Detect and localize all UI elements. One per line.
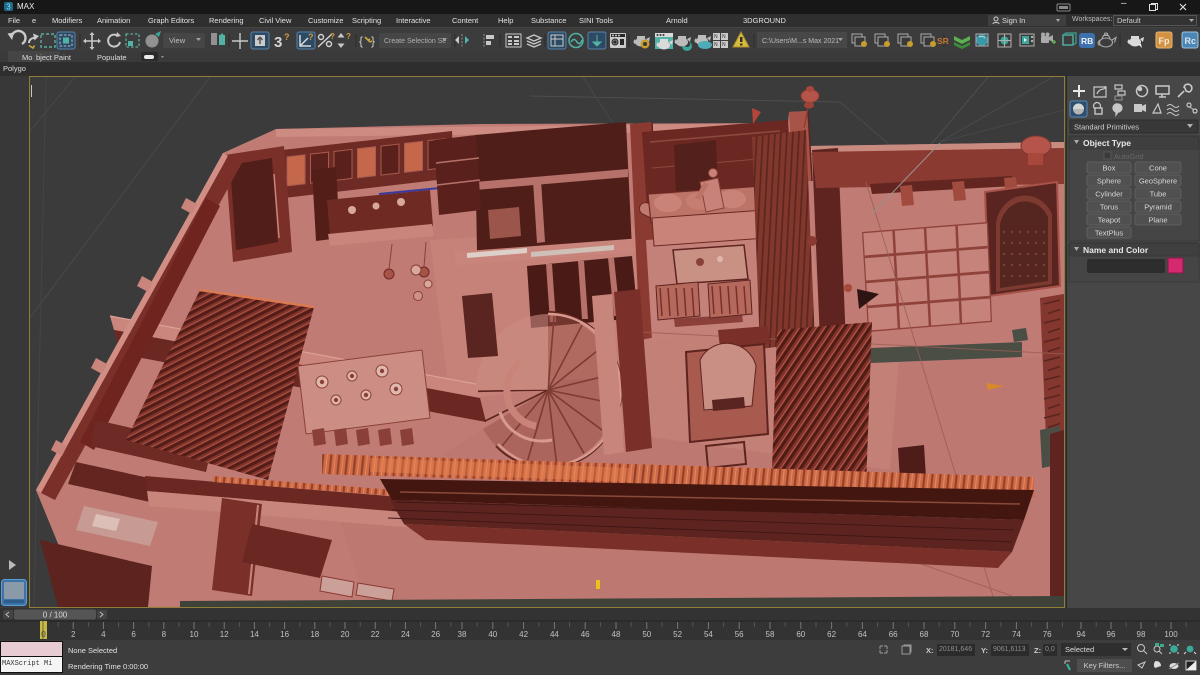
svg-text:58: 58 <box>766 630 775 639</box>
svg-text:Sign In: Sign In <box>1002 16 1025 25</box>
svg-text:N: N <box>714 42 718 48</box>
svg-text:?: ? <box>284 32 290 42</box>
svg-text:N: N <box>714 34 718 40</box>
svg-text:54: 54 <box>704 630 713 639</box>
svg-text:SR: SR <box>937 36 949 46</box>
svg-text:22: 22 <box>371 630 380 639</box>
svg-text:64: 64 <box>858 630 867 639</box>
svg-text:76: 76 <box>1043 630 1052 639</box>
svg-text:70: 70 <box>950 630 959 639</box>
svg-text:100: 100 <box>1164 630 1178 639</box>
svg-text:96: 96 <box>1107 630 1116 639</box>
svg-text:44: 44 <box>550 630 559 639</box>
svg-text:98: 98 <box>1137 630 1146 639</box>
svg-text:Teapot: Teapot <box>1098 216 1121 225</box>
svg-text:RB: RB <box>1081 36 1093 46</box>
svg-text:26: 26 <box>431 630 440 639</box>
svg-text:66: 66 <box>889 630 898 639</box>
svg-text:Create Selection Se: Create Selection Se <box>384 38 446 45</box>
svg-text:60: 60 <box>796 630 805 639</box>
svg-text:0: 0 <box>41 630 46 639</box>
svg-text:42: 42 <box>519 630 528 639</box>
svg-text:4: 4 <box>101 630 106 639</box>
svg-text:Tube: Tube <box>1150 190 1167 199</box>
svg-text:Rc: Rc <box>1185 36 1197 46</box>
svg-text:Plane: Plane <box>1148 216 1167 225</box>
svg-text:Pyramid: Pyramid <box>1144 203 1172 212</box>
svg-text:72: 72 <box>981 630 990 639</box>
svg-text:C:\Users\M...s Max 2021: C:\Users\M...s Max 2021 <box>762 38 839 45</box>
svg-text:Object Type: Object Type <box>1083 138 1131 148</box>
svg-text:12: 12 <box>220 630 229 639</box>
svg-text:74: 74 <box>1012 630 1021 639</box>
svg-text:?: ? <box>346 32 351 41</box>
svg-text:94: 94 <box>1077 630 1086 639</box>
svg-text:0 / 100: 0 / 100 <box>43 611 68 620</box>
svg-text:N: N <box>722 34 726 40</box>
svg-text:View: View <box>169 36 186 45</box>
svg-text:Default: Default <box>1117 16 1142 25</box>
svg-text:46: 46 <box>581 630 590 639</box>
svg-text:3: 3 <box>6 3 11 12</box>
svg-text:?: ? <box>308 32 314 42</box>
svg-text:16: 16 <box>280 630 289 639</box>
svg-text:2: 2 <box>71 630 76 639</box>
svg-text:40: 40 <box>488 630 497 639</box>
svg-text:20: 20 <box>341 630 350 639</box>
svg-text:56: 56 <box>735 630 744 639</box>
svg-text:{: { <box>359 34 363 48</box>
svg-text:10: 10 <box>190 630 199 639</box>
svg-text:62: 62 <box>827 630 836 639</box>
svg-text:Box: Box <box>1103 164 1116 173</box>
svg-text:Name and Color: Name and Color <box>1083 245 1149 255</box>
svg-text:68: 68 <box>920 630 929 639</box>
svg-text:3: 3 <box>274 34 282 51</box>
svg-text:24: 24 <box>401 630 410 639</box>
svg-text:Sphere: Sphere <box>1097 177 1121 186</box>
svg-text:Fp: Fp <box>1159 36 1170 46</box>
svg-text:6: 6 <box>131 630 136 639</box>
svg-text:14: 14 <box>250 630 259 639</box>
svg-text:N: N <box>722 42 726 48</box>
svg-text:GeoSphere: GeoSphere <box>1139 177 1177 186</box>
svg-text:Cone: Cone <box>1149 164 1167 173</box>
svg-text:8: 8 <box>162 630 167 639</box>
svg-text:TextPlus: TextPlus <box>1095 229 1124 238</box>
svg-text:Cylinder: Cylinder <box>1095 190 1123 199</box>
svg-text:AutoGrid: AutoGrid <box>1114 152 1144 161</box>
svg-text:48: 48 <box>612 630 621 639</box>
svg-text:52: 52 <box>673 630 682 639</box>
svg-text:50: 50 <box>642 630 651 639</box>
svg-text:Torus: Torus <box>1100 203 1119 212</box>
svg-text:38: 38 <box>458 630 467 639</box>
svg-text:?: ? <box>330 32 335 41</box>
svg-text:Standard Primitives: Standard Primitives <box>1074 123 1139 132</box>
svg-text:18: 18 <box>310 630 319 639</box>
